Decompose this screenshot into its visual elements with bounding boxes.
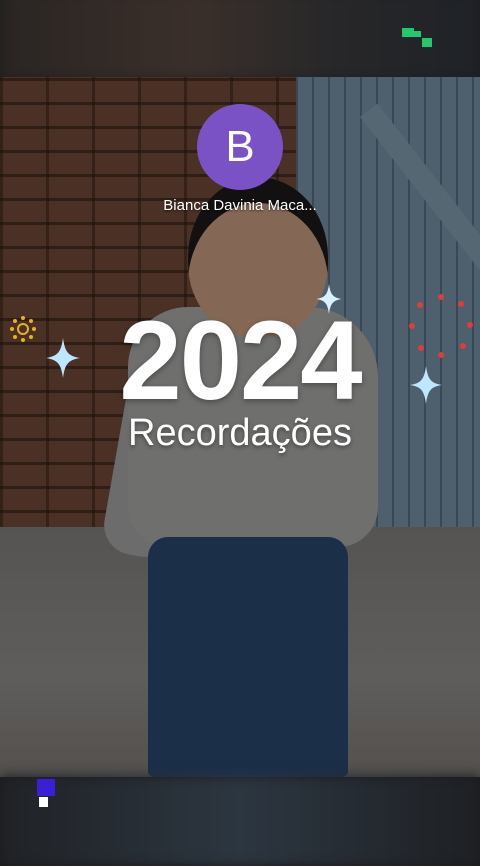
sun-burst-icon [10, 316, 36, 347]
story-subtitle: Recordações [128, 412, 352, 454]
sparkle-icon [410, 366, 442, 409]
user-name[interactable]: Bianca Davinia Maca... [140, 197, 340, 214]
user-avatar[interactable]: B [197, 104, 283, 190]
firework-dots-icon [406, 292, 476, 367]
bottom-pixel-logo-icon [37, 779, 57, 814]
top-pixel-logo-icon [402, 28, 434, 53]
sparkle-icon [316, 284, 342, 319]
avatar-initial: B [225, 122, 255, 171]
sparkle-icon [46, 338, 80, 383]
blurred-bottom-background [0, 776, 480, 866]
